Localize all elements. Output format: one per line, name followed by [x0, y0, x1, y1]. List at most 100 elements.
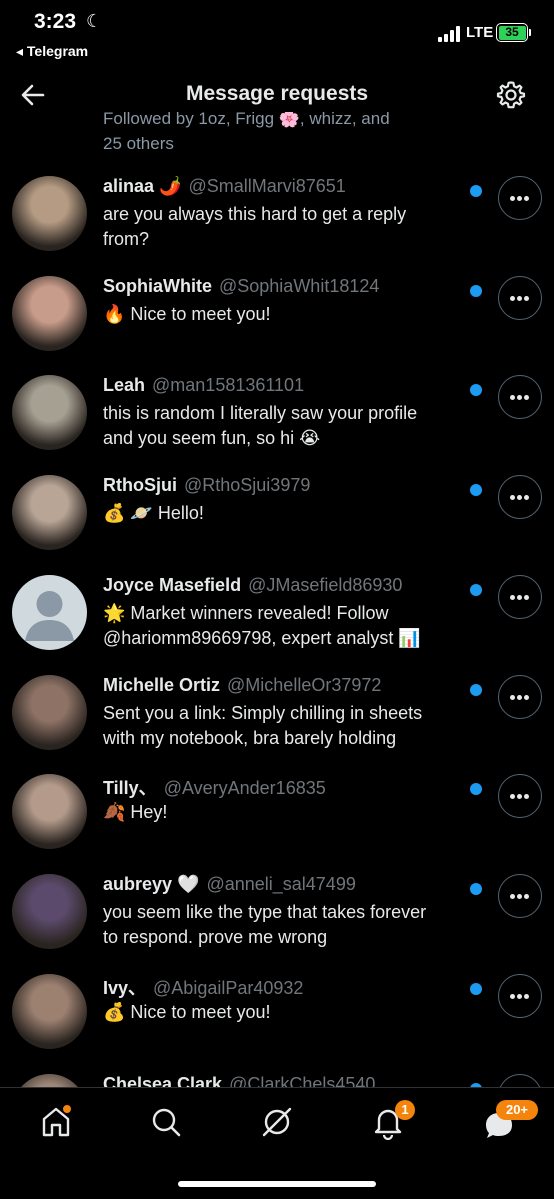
dot-icon — [517, 296, 522, 301]
avatar[interactable] — [12, 1074, 87, 1087]
sender-line: RthoSjui @RthoSjui3979 — [103, 475, 310, 496]
message-preview-line: from? — [103, 229, 150, 249]
status-bar: 3:23 ☾ ◂ Telegram LTE 35 — [0, 0, 554, 70]
avatar[interactable] — [12, 974, 87, 1049]
notifications-badge: 1 — [395, 1100, 415, 1120]
message-request-row[interactable]: SophiaWhite @SophiaWhit18124 🔥 Nice to mee… — [0, 276, 554, 376]
message-request-row[interactable]: Ivy、 @AbigailPar40932 💰 Nice to meet you! — [0, 974, 554, 1074]
unread-dot — [470, 684, 482, 696]
battery-icon: 35 — [496, 23, 528, 42]
sender-name: Joyce Masefield — [103, 575, 242, 595]
dot-icon — [510, 595, 515, 600]
dot-icon — [510, 296, 515, 301]
message-preview-line: Sent you a link: Simply chilling in shee… — [103, 703, 423, 723]
more-options-button[interactable] — [498, 675, 542, 719]
message-request-row[interactable]: RthoSjui @RthoSjui3979 💰 🪐 Hello! — [0, 475, 554, 575]
message-preview: 💰 Nice to meet you! — [103, 1000, 473, 1025]
message-preview-line: you seem like the type that takes foreve… — [103, 902, 427, 922]
gear-icon[interactable] — [495, 79, 527, 111]
dot-icon — [510, 395, 515, 400]
dot-icon — [510, 794, 515, 799]
dot-icon — [517, 894, 522, 899]
message-preview: you seem like the type that takes foreve… — [103, 900, 473, 950]
avatar[interactable] — [12, 276, 87, 351]
battery-cap — [529, 29, 531, 36]
message-preview-line: @hariomm89669798, expert analyst 📊 — [103, 628, 421, 648]
more-options-button[interactable] — [498, 974, 542, 1018]
back-to-app-link[interactable]: ◂ Telegram — [16, 43, 88, 60]
sender-line: Ivy、 @AbigailPar40932 — [103, 974, 303, 1000]
more-options-button[interactable] — [498, 575, 542, 619]
sender-name: Tilly、 — [103, 778, 157, 798]
message-preview-line: 🍂 Hey! — [103, 802, 168, 822]
sender-line: Tilly、 @AveryAnder16835 — [103, 774, 326, 800]
sender-line: alinaa 🌶️ @SmallMarvi87651 — [103, 176, 346, 197]
dot-icon — [510, 894, 515, 899]
avatar[interactable] — [12, 375, 87, 450]
sender-line: Joyce Masefield @JMasefield86930 — [103, 575, 402, 596]
avatar[interactable] — [12, 874, 87, 949]
sender-name: aubreyy 🤍 — [103, 874, 200, 894]
sender-line: Chelsea Clark @ClarkChels4540 — [103, 1074, 375, 1087]
avatar[interactable] — [12, 176, 87, 251]
unread-dot — [470, 185, 482, 197]
avatar[interactable] — [12, 475, 87, 550]
unread-dot — [470, 883, 482, 895]
more-options-button[interactable] — [498, 874, 542, 918]
message-request-row[interactable]: Tilly、 @AveryAnder16835 🍂 Hey! — [0, 774, 554, 874]
dot-icon — [524, 994, 529, 999]
message-preview: 🔥 Nice to meet you! — [103, 302, 473, 327]
sender-line: Leah @man1581361101 — [103, 375, 304, 396]
message-request-row[interactable]: Chelsea Clark @ClarkChels4540 — [0, 1074, 554, 1087]
network-label: LTE — [466, 24, 494, 41]
message-requests-list: Followed by 1oz, Frigg 🌸, whizz, and 25 … — [0, 112, 554, 1087]
dot-icon — [524, 495, 529, 500]
message-preview: 🍂 Hey! — [103, 800, 473, 825]
unread-dot — [470, 384, 482, 396]
sender-handle: @AbigailPar40932 — [153, 978, 304, 998]
message-request-row[interactable]: Joyce Masefield @JMasefield86930 🌟 Market … — [0, 575, 554, 675]
sender-name: Ivy、 — [103, 978, 147, 998]
avatar[interactable] — [12, 575, 87, 650]
dot-icon — [524, 794, 529, 799]
sender-name: Chelsea Clark — [103, 1074, 223, 1087]
sender-line: Michelle Ortiz @MichelleOr37972 — [103, 675, 381, 696]
battery-level: 35 — [498, 25, 526, 40]
message-preview-line: to respond. prove me wrong — [103, 927, 328, 947]
unread-dot — [470, 484, 482, 496]
dot-icon — [524, 695, 529, 700]
message-request-row[interactable]: aubreyy 🤍 @anneli_sal47499you seem like t… — [0, 874, 554, 974]
message-preview-line: this is random I literally saw your prof… — [103, 403, 418, 423]
unread-dot — [470, 983, 482, 995]
search-icon[interactable] — [148, 1104, 184, 1140]
followed-by-text: Followed by 1oz, Frigg 🌸, whizz, and 25 … — [103, 112, 390, 153]
message-request-row[interactable]: alinaa 🌶️ @SmallMarvi87651 are you always … — [0, 176, 554, 276]
dot-icon — [524, 296, 529, 301]
sender-handle: @AveryAnder16835 — [163, 778, 326, 798]
dot-icon — [517, 794, 522, 799]
more-options-button[interactable] — [498, 475, 542, 519]
sender-handle: @ClarkChels4540 — [229, 1074, 376, 1087]
message-request-row[interactable]: Leah @man1581361101 this is random I liter… — [0, 375, 554, 475]
dot-icon — [524, 196, 529, 201]
more-options-button[interactable] — [498, 176, 542, 220]
unread-dot — [470, 584, 482, 596]
more-options-button[interactable] — [498, 276, 542, 320]
avatar[interactable] — [12, 675, 87, 750]
more-options-button[interactable] — [498, 1074, 542, 1087]
home-icon[interactable] — [38, 1104, 74, 1140]
message-preview: this is random I literally saw your prof… — [103, 401, 473, 451]
dot-icon — [517, 196, 522, 201]
grok-icon[interactable] — [259, 1104, 295, 1140]
dot-icon — [524, 395, 529, 400]
message-preview-line: 🔥 Nice to meet you! — [103, 304, 271, 324]
more-options-button[interactable] — [498, 375, 542, 419]
avatar[interactable] — [12, 774, 87, 849]
more-options-button[interactable] — [498, 774, 542, 818]
message-preview-line: with my notebook, bra barely holding — [103, 728, 397, 748]
sender-handle: @anneli_sal47499 — [206, 874, 356, 894]
message-request-row[interactable]: Michelle Ortiz @MichelleOr37972 Sent you a… — [0, 675, 554, 775]
signal-icon — [438, 26, 460, 42]
home-indicator — [178, 1181, 376, 1187]
dot-icon — [510, 196, 515, 201]
